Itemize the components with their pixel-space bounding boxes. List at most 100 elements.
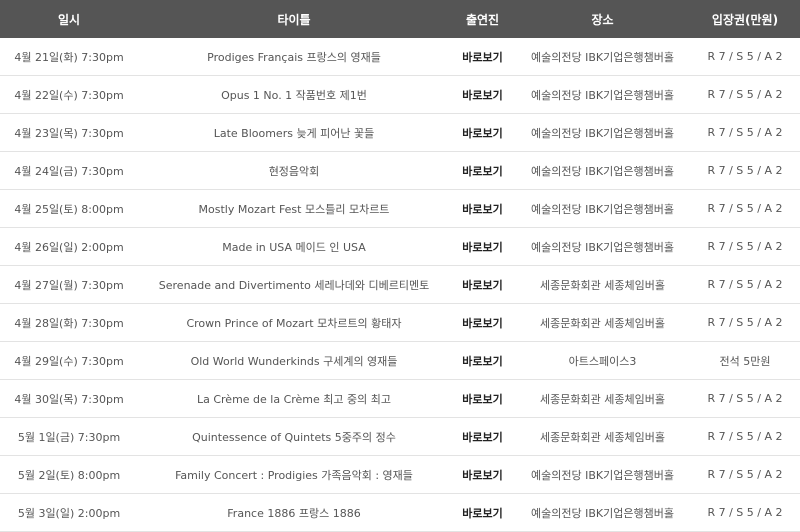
performers-link[interactable]: 바로보기 — [462, 279, 502, 292]
table-row: 4월 26일(일) 2:00pm Made in USA 메이드 인 USA 바로보… — [0, 227, 800, 266]
table-row: 4월 22일(수) 7:30pm Opus 1 No. 1 작품번호 제1번 바로보… — [0, 75, 800, 114]
cell-price: R 7 / S 5 / A 2 — [690, 493, 800, 532]
performers-link[interactable]: 바로보기 — [462, 165, 502, 178]
cell-performers: 바로보기 — [450, 265, 515, 304]
cell-title: Family Concert : Prodigies 가족음악회 : 영재들 — [138, 455, 450, 494]
performers-link[interactable]: 바로보기 — [462, 89, 502, 102]
cell-price: R 7 / S 5 / A 2 — [690, 75, 800, 114]
cell-price: R 7 / S 5 / A 2 — [690, 189, 800, 228]
table-row: 4월 29일(수) 7:30pm Old World Wunderkinds 구세… — [0, 341, 800, 380]
cell-title: 현정음악회 — [138, 151, 450, 190]
performers-link[interactable]: 바로보기 — [462, 203, 502, 216]
cell-venue: 예술의전당 IBK기업은행챔버홀 — [515, 227, 690, 266]
header-date: 일시 — [0, 0, 138, 38]
cell-performers: 바로보기 — [450, 189, 515, 228]
cell-title: Prodiges Français 프랑스의 영재들 — [138, 38, 450, 76]
table-row: 5월 1일(금) 7:30pm Quintessence of Quintets … — [0, 417, 800, 456]
cell-price: R 7 / S 5 / A 2 — [690, 265, 800, 304]
cell-title: Crown Prince of Mozart 모차르트의 황태자 — [138, 303, 450, 342]
table-row: 4월 24일(금) 7:30pm 현정음악회 바로보기 예술의전당 IBK기업은행챔버… — [0, 151, 800, 190]
schedule-table: 일시 타이틀 출연진 장소 입장권(만원) 4월 21일(화) 7:30pm Pr… — [0, 0, 800, 532]
cell-price: R 7 / S 5 / A 2 — [690, 303, 800, 342]
cell-date: 4월 22일(수) 7:30pm — [0, 75, 138, 114]
cell-date: 5월 2일(토) 8:00pm — [0, 455, 138, 494]
cell-title: Late Bloomers 늦게 피어난 꽃들 — [138, 113, 450, 152]
table-row: 4월 27일(월) 7:30pm Serenade and Divertiment… — [0, 265, 800, 304]
cell-price: R 7 / S 5 / A 2 — [690, 417, 800, 456]
cell-title: Old World Wunderkinds 구세계의 영재들 — [138, 341, 450, 380]
cell-price: 전석 5만원 — [690, 341, 800, 380]
cell-date: 4월 30일(목) 7:30pm — [0, 379, 138, 418]
cell-venue: 예술의전당 IBK기업은행챔버홀 — [515, 151, 690, 190]
header-performers: 출연진 — [450, 0, 515, 38]
cell-date: 5월 1일(금) 7:30pm — [0, 417, 138, 456]
cell-title: Mostly Mozart Fest 모스틀리 모차르트 — [138, 189, 450, 228]
cell-venue: 예술의전당 IBK기업은행챔버홀 — [515, 455, 690, 494]
header-venue: 장소 — [515, 0, 690, 38]
performers-link[interactable]: 바로보기 — [462, 469, 502, 482]
header-price: 입장권(만원) — [690, 0, 800, 38]
table-row: 4월 21일(화) 7:30pm Prodiges Français 프랑스의 영… — [0, 38, 800, 76]
table-body: 4월 21일(화) 7:30pm Prodiges Français 프랑스의 영… — [0, 38, 800, 532]
cell-venue: 세종문화회관 세종체임버홀 — [515, 303, 690, 342]
cell-venue: 예술의전당 IBK기업은행챔버홀 — [515, 113, 690, 152]
header-row: 일시 타이틀 출연진 장소 입장권(만원) — [0, 0, 800, 38]
cell-price: R 7 / S 5 / A 2 — [690, 113, 800, 152]
cell-venue: 예술의전당 IBK기업은행챔버홀 — [515, 75, 690, 114]
performers-link[interactable]: 바로보기 — [462, 51, 502, 64]
cell-performers: 바로보기 — [450, 303, 515, 342]
cell-date: 4월 24일(금) 7:30pm — [0, 151, 138, 190]
table-row: 4월 30일(목) 7:30pm La Crème de la Crème 최고 … — [0, 379, 800, 418]
cell-performers: 바로보기 — [450, 151, 515, 190]
cell-venue: 예술의전당 IBK기업은행챔버홀 — [515, 38, 690, 76]
cell-venue: 아트스페이스3 — [515, 341, 690, 380]
cell-performers: 바로보기 — [450, 341, 515, 380]
cell-performers: 바로보기 — [450, 113, 515, 152]
cell-performers: 바로보기 — [450, 38, 515, 76]
cell-date: 4월 27일(월) 7:30pm — [0, 265, 138, 304]
table-row: 4월 28일(화) 7:30pm Crown Prince of Mozart 모… — [0, 303, 800, 342]
cell-performers: 바로보기 — [450, 417, 515, 456]
cell-venue: 세종문화회관 세종체임버홀 — [515, 265, 690, 304]
performers-link[interactable]: 바로보기 — [462, 317, 502, 330]
cell-venue: 세종문화회관 세종체임버홀 — [515, 379, 690, 418]
cell-date: 4월 23일(목) 7:30pm — [0, 113, 138, 152]
cell-date: 4월 21일(화) 7:30pm — [0, 38, 138, 76]
cell-title: Serenade and Divertimento 세레나데와 디베르티멘토 — [138, 265, 450, 304]
cell-performers: 바로보기 — [450, 455, 515, 494]
cell-date: 4월 29일(수) 7:30pm — [0, 341, 138, 380]
performers-link[interactable]: 바로보기 — [462, 241, 502, 254]
performers-link[interactable]: 바로보기 — [462, 507, 502, 520]
table-row: 4월 23일(목) 7:30pm Late Bloomers 늦게 피어난 꽃들 바… — [0, 113, 800, 152]
table-row: 5월 2일(토) 8:00pm Family Concert : Prodigie… — [0, 455, 800, 494]
cell-venue: 세종문화회관 세종체임버홀 — [515, 417, 690, 456]
cell-title: Quintessence of Quintets 5중주의 정수 — [138, 417, 450, 456]
header-title: 타이틀 — [138, 0, 450, 38]
performers-link[interactable]: 바로보기 — [462, 355, 502, 368]
cell-venue: 예술의전당 IBK기업은행챔버홀 — [515, 493, 690, 532]
cell-date: 5월 3일(일) 2:00pm — [0, 493, 138, 532]
table-header: 일시 타이틀 출연진 장소 입장권(만원) — [0, 0, 800, 38]
cell-price: R 7 / S 5 / A 2 — [690, 151, 800, 190]
cell-title: France 1886 프랑스 1886 — [138, 493, 450, 532]
cell-price: R 7 / S 5 / A 2 — [690, 38, 800, 76]
cell-date: 4월 28일(화) 7:30pm — [0, 303, 138, 342]
cell-price: R 7 / S 5 / A 2 — [690, 379, 800, 418]
cell-price: R 7 / S 5 / A 2 — [690, 227, 800, 266]
performers-link[interactable]: 바로보기 — [462, 393, 502, 406]
table-row: 5월 3일(일) 2:00pm France 1886 프랑스 1886 바로보기 예… — [0, 493, 800, 532]
table-row: 4월 25일(토) 8:00pm Mostly Mozart Fest 모스틀리 … — [0, 189, 800, 228]
cell-price: R 7 / S 5 / A 2 — [690, 455, 800, 494]
cell-date: 4월 26일(일) 2:00pm — [0, 227, 138, 266]
performers-link[interactable]: 바로보기 — [462, 431, 502, 444]
cell-venue: 예술의전당 IBK기업은행챔버홀 — [515, 189, 690, 228]
cell-title: Made in USA 메이드 인 USA — [138, 227, 450, 266]
cell-performers: 바로보기 — [450, 227, 515, 266]
cell-title: Opus 1 No. 1 작품번호 제1번 — [138, 75, 450, 114]
cell-date: 4월 25일(토) 8:00pm — [0, 189, 138, 228]
cell-performers: 바로보기 — [450, 379, 515, 418]
cell-title: La Crème de la Crème 최고 중의 최고 — [138, 379, 450, 418]
performers-link[interactable]: 바로보기 — [462, 127, 502, 140]
cell-performers: 바로보기 — [450, 75, 515, 114]
cell-performers: 바로보기 — [450, 493, 515, 532]
